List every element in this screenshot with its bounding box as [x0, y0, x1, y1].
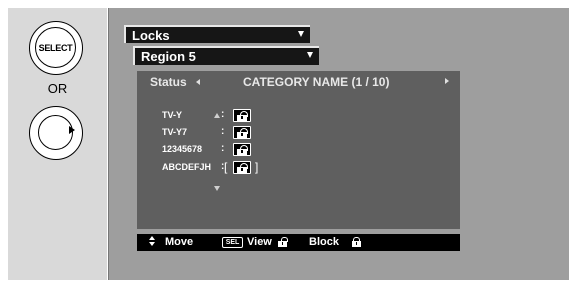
dropdown-arrow-icon: [307, 52, 313, 58]
rating-row-selected[interactable]: ABCDEFJH : [ ]: [162, 160, 292, 175]
rating-label: TV-Y: [162, 110, 183, 120]
panel-header: Status CATEGORY NAME (1 / 10): [137, 71, 460, 91]
unlocked-icon[interactable]: [233, 109, 251, 122]
remote-panel: SELECT OR: [8, 8, 107, 280]
category-name: CATEGORY NAME (1 / 10): [243, 75, 390, 89]
colon-separator: :: [221, 143, 225, 154]
scroll-up-icon[interactable]: [214, 113, 220, 118]
arrow-button-ring: [38, 115, 73, 150]
status-label: Status: [150, 75, 187, 89]
unlocked-icon[interactable]: [233, 161, 251, 174]
up-down-arrows-icon: [149, 236, 155, 246]
hint-bar: Move SEL View Block: [137, 234, 460, 251]
page: SELECT OR Locks Region 5 Status CATEGORY…: [0, 0, 569, 284]
locks-menu-bar[interactable]: Locks: [124, 25, 310, 43]
view-hint: View: [247, 236, 272, 248]
locks-menu-label: Locks: [132, 28, 170, 43]
move-hint: Move: [165, 236, 194, 248]
next-category-icon[interactable]: [445, 78, 449, 84]
unlocked-icon[interactable]: [233, 143, 251, 156]
lock-icon: [352, 237, 361, 247]
rating-row[interactable]: 12345678 :: [162, 143, 272, 157]
previous-category-icon[interactable]: [196, 79, 200, 85]
scroll-down-icon[interactable]: [214, 186, 220, 191]
region-menu-label: Region 5: [141, 49, 196, 64]
unlocked-icon: [278, 237, 288, 247]
selection-bracket-right: ]: [255, 160, 259, 174]
rating-label: ABCDEFJH: [162, 162, 212, 172]
or-label: OR: [47, 81, 68, 96]
rating-panel: Status CATEGORY NAME (1 / 10) TV-Y : TV-…: [137, 71, 460, 229]
right-arrow-icon: [69, 126, 75, 134]
selection-bracket-left: [: [224, 160, 228, 174]
unlocked-icon[interactable]: [233, 126, 251, 139]
right-arrow-button[interactable]: [29, 106, 83, 160]
rating-label: 12345678: [162, 144, 203, 154]
rating-row[interactable]: TV-Y7 :: [162, 126, 272, 140]
colon-separator: :: [221, 126, 225, 137]
rating-label: TV-Y7: [162, 127, 188, 137]
select-button[interactable]: SELECT: [29, 21, 83, 75]
select-button-label: SELECT: [35, 27, 76, 68]
sel-key-icon: SEL: [222, 237, 243, 248]
region-menu-bar[interactable]: Region 5: [133, 46, 319, 65]
colon-separator: :: [221, 109, 225, 120]
dropdown-arrow-icon: [298, 31, 304, 37]
block-hint: Block: [309, 236, 339, 248]
